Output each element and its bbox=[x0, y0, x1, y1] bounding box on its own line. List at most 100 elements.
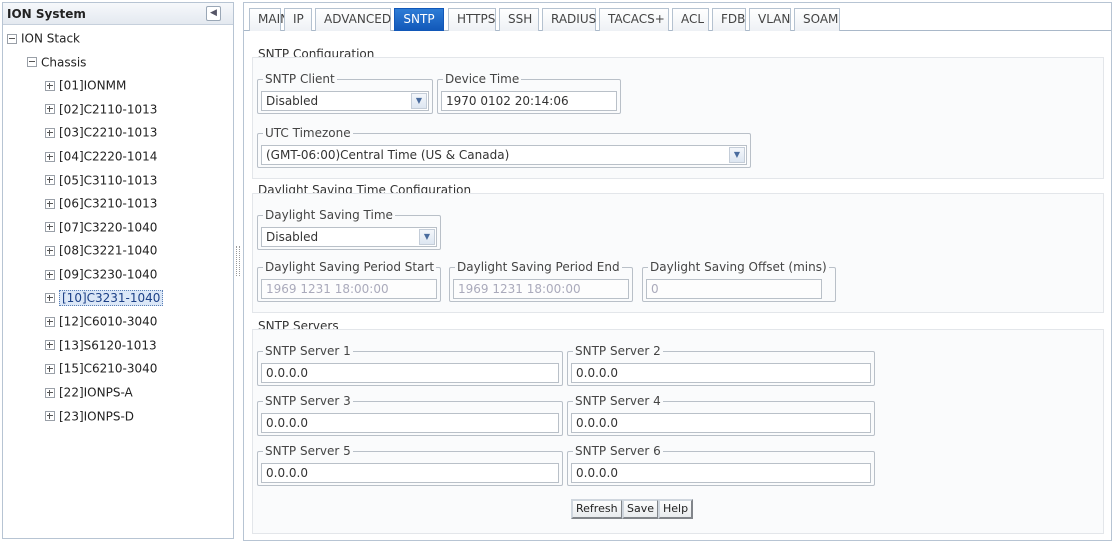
sntp-server-input[interactable]: 0.0.0.0 bbox=[571, 413, 871, 433]
plus-icon[interactable] bbox=[45, 80, 55, 91]
sntp-client-select[interactable]: Disabled ▼ bbox=[261, 91, 429, 111]
chevron-down-icon[interactable]: ▼ bbox=[419, 229, 435, 245]
dst-start-value: 1969 1231 18:00:00 bbox=[266, 282, 389, 296]
plus-icon[interactable] bbox=[45, 198, 55, 209]
plus-icon[interactable] bbox=[45, 104, 55, 115]
tree-node-label[interactable]: [08]C3221-1040 bbox=[59, 244, 157, 258]
plus-icon[interactable] bbox=[45, 316, 55, 327]
sntp-server-value: 0.0.0.0 bbox=[266, 366, 308, 380]
tree-node[interactable]: [08]C3221-1040 bbox=[45, 239, 157, 261]
tree-node[interactable]: ION Stack bbox=[7, 27, 80, 49]
tree-node[interactable]: [12]C6010-3040 bbox=[45, 310, 157, 332]
plus-icon[interactable] bbox=[45, 269, 55, 280]
tab-https[interactable]: HTTPS bbox=[448, 8, 496, 31]
tree-node[interactable]: [02]C2110-1013 bbox=[45, 98, 157, 120]
tree-node-label[interactable]: [10]C3231-1040 bbox=[59, 290, 164, 307]
tree-node[interactable]: [09]C3230-1040 bbox=[45, 263, 157, 285]
tree-node-label[interactable]: [06]C3210-1013 bbox=[59, 197, 157, 211]
dst-select[interactable]: Disabled ▼ bbox=[261, 227, 437, 247]
sntp-server-input[interactable]: 0.0.0.0 bbox=[571, 363, 871, 383]
dst-end-field: 1969 1231 18:00:00 bbox=[453, 279, 629, 299]
tree-node[interactable]: [15]C6210-3040 bbox=[45, 357, 157, 379]
tree-node-label[interactable]: [02]C2110-1013 bbox=[59, 102, 157, 116]
tab-sntp[interactable]: SNTP bbox=[394, 8, 444, 31]
tree-node-label[interactable]: [07]C3220-1040 bbox=[59, 220, 157, 234]
tree-node-label[interactable]: [01]IONMM bbox=[59, 79, 126, 93]
refresh-button[interactable]: Refresh bbox=[571, 499, 623, 519]
dst-offset-label: Daylight Saving Offset (mins) bbox=[648, 260, 829, 274]
tree-node-label[interactable]: [09]C3230-1040 bbox=[59, 268, 157, 282]
tab-tacacs[interactable]: TACACS+ bbox=[599, 8, 669, 31]
plus-icon[interactable] bbox=[45, 293, 55, 304]
tree-node[interactable]: [10]C3231-1040 bbox=[45, 287, 164, 309]
tree-node-label[interactable]: [12]C6010-3040 bbox=[59, 315, 157, 329]
sntp-server-input[interactable]: 0.0.0.0 bbox=[261, 463, 559, 483]
plus-icon[interactable] bbox=[45, 222, 55, 233]
utc-timezone-select[interactable]: (GMT-06:00)Central Time (US & Canada) ▼ bbox=[261, 145, 747, 165]
sntp-server-input[interactable]: 0.0.0.0 bbox=[261, 363, 559, 383]
tree-node-label[interactable]: [15]C6210-3040 bbox=[59, 362, 157, 376]
tab-radius[interactable]: RADIUS bbox=[542, 8, 596, 31]
tree-node[interactable]: [22]IONPS-A bbox=[45, 381, 133, 403]
utc-timezone-label: UTC Timezone bbox=[263, 126, 353, 140]
tab-fdb[interactable]: FDB bbox=[712, 8, 746, 31]
plus-icon[interactable] bbox=[45, 411, 55, 422]
save-button[interactable]: Save bbox=[622, 499, 660, 519]
tree-node[interactable]: [01]IONMM bbox=[45, 74, 126, 96]
plus-icon[interactable] bbox=[45, 245, 55, 256]
tree-node-label[interactable]: [23]IONPS-D bbox=[59, 409, 134, 423]
chevron-left-icon[interactable]: ◀ bbox=[206, 6, 221, 21]
tree-node[interactable]: [05]C3110-1013 bbox=[45, 169, 157, 191]
tree-title: ION System bbox=[7, 7, 86, 21]
dst-label: Daylight Saving Time bbox=[263, 208, 395, 222]
minus-icon[interactable] bbox=[27, 57, 37, 68]
panel-splitter[interactable] bbox=[236, 246, 240, 276]
tab-ssh[interactable]: SSH bbox=[499, 8, 539, 31]
sntp-server-label: SNTP Server 6 bbox=[573, 444, 663, 458]
tab-ip[interactable]: IP bbox=[284, 8, 312, 31]
help-button[interactable]: Help bbox=[658, 499, 694, 519]
sntp-server-value: 0.0.0.0 bbox=[576, 366, 618, 380]
navigation-tree-panel: ION System ◀ ION Stack Chassis [01]IONMM [0… bbox=[2, 2, 234, 539]
plus-icon[interactable] bbox=[45, 363, 55, 374]
dst-start-field: 1969 1231 18:00:00 bbox=[261, 279, 437, 299]
tree-node[interactable]: [03]C2210-1013 bbox=[45, 121, 157, 143]
sntp-client-value: Disabled bbox=[266, 94, 319, 108]
tab-acl[interactable]: ACL bbox=[672, 8, 709, 31]
tree-node[interactable]: [23]IONPS-D bbox=[45, 405, 134, 427]
tree-node[interactable]: [07]C3220-1040 bbox=[45, 216, 157, 238]
tree-node-label[interactable]: Chassis bbox=[41, 55, 86, 69]
sntp-server-label: SNTP Server 4 bbox=[573, 394, 663, 408]
sntp-server-value: 0.0.0.0 bbox=[576, 416, 618, 430]
tab-main[interactable]: MAIN bbox=[249, 8, 289, 31]
tree-node[interactable]: [06]C3210-1013 bbox=[45, 192, 157, 214]
chevron-down-icon[interactable]: ▼ bbox=[411, 93, 427, 109]
device-time-label: Device Time bbox=[443, 72, 522, 86]
tab-advanced[interactable]: ADVANCED bbox=[315, 8, 391, 31]
plus-icon[interactable] bbox=[45, 175, 55, 186]
sntp-server-input[interactable]: 0.0.0.0 bbox=[261, 413, 559, 433]
plus-icon[interactable] bbox=[45, 340, 55, 351]
tree-node[interactable]: Chassis bbox=[27, 51, 86, 73]
tree-node[interactable]: [04]C2220-1014 bbox=[45, 145, 157, 167]
sntp-server-input[interactable]: 0.0.0.0 bbox=[571, 463, 871, 483]
tree-node-label[interactable]: [13]S6120-1013 bbox=[59, 338, 157, 352]
plus-icon[interactable] bbox=[45, 151, 55, 162]
dst-offset-value: 0 bbox=[651, 282, 659, 296]
tree-node-label[interactable]: [22]IONPS-A bbox=[59, 386, 133, 400]
chevron-down-icon[interactable]: ▼ bbox=[729, 147, 745, 163]
dst-value: Disabled bbox=[266, 230, 319, 244]
dst-end-value: 1969 1231 18:00:00 bbox=[458, 282, 581, 296]
plus-icon[interactable] bbox=[45, 387, 55, 398]
sntp-server-label: SNTP Server 1 bbox=[263, 344, 353, 358]
tree-node-label[interactable]: ION Stack bbox=[21, 32, 80, 46]
dst-offset-field: 0 bbox=[646, 279, 822, 299]
tree-node-label[interactable]: [05]C3110-1013 bbox=[59, 173, 157, 187]
plus-icon[interactable] bbox=[45, 127, 55, 138]
tree-node-label[interactable]: [04]C2220-1014 bbox=[59, 150, 157, 164]
tab-soam[interactable]: SOAM bbox=[794, 8, 840, 31]
tree-node-label[interactable]: [03]C2210-1013 bbox=[59, 126, 157, 140]
tree-node[interactable]: [13]S6120-1013 bbox=[45, 334, 157, 356]
tab-vlan[interactable]: VLAN bbox=[749, 8, 791, 31]
minus-icon[interactable] bbox=[7, 33, 17, 44]
